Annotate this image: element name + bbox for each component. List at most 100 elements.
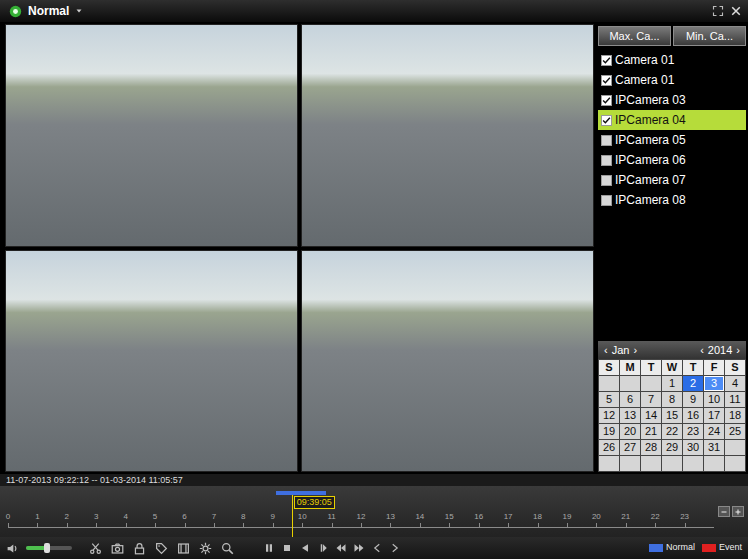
volume-slider[interactable] — [26, 546, 72, 550]
calendar-day[interactable]: 10 — [704, 392, 724, 407]
calendar-day[interactable]: 24 — [704, 424, 724, 439]
volume-icon[interactable] — [6, 542, 19, 555]
calendar-day[interactable]: 23 — [683, 424, 703, 439]
reverse-play-icon[interactable] — [299, 542, 311, 554]
legend-label: Normal — [666, 541, 695, 555]
calendar-day[interactable]: 22 — [662, 424, 682, 439]
calendar-day[interactable]: 18 — [725, 408, 745, 423]
month-next-button[interactable]: › — [631, 342, 639, 359]
camera-checkbox[interactable] — [601, 175, 612, 186]
calendar-day[interactable]: 20 — [620, 424, 640, 439]
zoom-out-icon[interactable] — [718, 506, 730, 517]
calendar-day[interactable]: 27 — [620, 440, 640, 455]
min-camera-button[interactable]: Min. Ca... — [673, 26, 746, 46]
calendar-day[interactable]: 16 — [683, 408, 703, 423]
camera-item[interactable]: Camera 01 — [598, 70, 746, 90]
timeline-tick — [273, 523, 274, 527]
film-icon[interactable] — [177, 542, 190, 555]
calendar-day[interactable]: 25 — [725, 424, 745, 439]
camera-checkbox[interactable] — [601, 55, 612, 66]
tag-icon[interactable] — [155, 542, 168, 555]
calendar-header: ‹Jan›‹2014› — [598, 341, 746, 360]
zoom-in-icon[interactable] — [732, 506, 744, 517]
video-cell[interactable] — [301, 250, 594, 473]
calendar-day[interactable]: 11 — [725, 392, 745, 407]
timeline-tick — [390, 523, 391, 527]
weekday-label: T — [641, 360, 661, 375]
camera-item[interactable]: IPCamera 06 — [598, 150, 746, 170]
status-icon — [9, 5, 22, 18]
calendar-day[interactable]: 28 — [641, 440, 661, 455]
camera-checkbox[interactable] — [601, 155, 612, 166]
calendar-day[interactable]: 12 — [599, 408, 619, 423]
calendar-day[interactable]: 9 — [683, 392, 703, 407]
camera-checkbox[interactable] — [601, 135, 612, 146]
dropdown-arrow-icon[interactable] — [75, 7, 83, 15]
camera-list: Camera 01Camera 01IPCamera 03IPCamera 04… — [598, 50, 746, 210]
camera-item[interactable]: Camera 01 — [598, 50, 746, 70]
calendar-day[interactable]: 30 — [683, 440, 703, 455]
timeline-tick — [155, 523, 156, 527]
camera-item[interactable]: IPCamera 08 — [598, 190, 746, 210]
video-cell[interactable] — [5, 24, 298, 247]
camera-item[interactable]: IPCamera 03 — [598, 90, 746, 110]
calendar-day[interactable]: 17 — [704, 408, 724, 423]
volume-knob[interactable] — [44, 543, 50, 553]
calendar-day[interactable]: 7 — [641, 392, 661, 407]
fast-forward-icon[interactable] — [353, 542, 365, 554]
legend-swatch — [649, 544, 663, 552]
camera-checkbox[interactable] — [601, 95, 612, 106]
camera-label: IPCamera 06 — [615, 151, 686, 169]
timeline-track[interactable]: 0123456789101112131415161718192021222309… — [8, 486, 714, 537]
calendar-day[interactable]: 29 — [662, 440, 682, 455]
stop-icon[interactable] — [281, 542, 293, 554]
max-camera-button[interactable]: Max. Ca... — [598, 26, 671, 46]
clip-icon[interactable] — [89, 542, 102, 555]
camera-item[interactable]: IPCamera 04 — [598, 110, 746, 130]
step-forward-icon[interactable] — [389, 542, 401, 554]
calendar-day[interactable]: 15 — [662, 408, 682, 423]
lock-icon[interactable] — [133, 542, 146, 555]
calendar-day[interactable]: 31 — [704, 440, 724, 455]
calendar-day[interactable]: 14 — [641, 408, 661, 423]
timeline-cursor[interactable] — [292, 495, 293, 537]
zoom-controls — [718, 486, 744, 537]
camera-panel: Max. Ca...Min. Ca...Camera 01Camera 01IP… — [597, 22, 748, 474]
video-cell[interactable] — [5, 250, 298, 473]
video-cell[interactable] — [301, 24, 594, 247]
gear-icon[interactable] — [199, 542, 212, 555]
camera-item[interactable]: IPCamera 07 — [598, 170, 746, 190]
pause-icon[interactable] — [263, 542, 275, 554]
title-bar: Normal — [0, 0, 748, 22]
tick-label: 15 — [445, 512, 454, 521]
calendar-day[interactable]: 8 — [662, 392, 682, 407]
tick-label: 23 — [680, 512, 689, 521]
fullscreen-icon[interactable] — [712, 5, 724, 17]
camera-label: IPCamera 03 — [615, 91, 686, 109]
slow-forward-icon[interactable] — [335, 542, 347, 554]
step-back-icon[interactable] — [371, 542, 383, 554]
calendar-day[interactable]: 19 — [599, 424, 619, 439]
camera-checkbox[interactable] — [601, 75, 612, 86]
mode-label[interactable]: Normal — [28, 2, 69, 20]
single-frame-icon[interactable] — [317, 542, 329, 554]
calendar-day[interactable]: 21 — [641, 424, 661, 439]
camera-item[interactable]: IPCamera 05 — [598, 130, 746, 150]
calendar-day[interactable]: 4 — [725, 376, 745, 391]
calendar-day[interactable]: 26 — [599, 440, 619, 455]
calendar-day[interactable]: 3 — [704, 376, 724, 391]
month-prev-button[interactable]: ‹ — [602, 342, 610, 359]
calendar-day[interactable]: 2 — [683, 376, 703, 391]
tick-label: 6 — [182, 512, 186, 521]
search-icon[interactable] — [221, 542, 234, 555]
calendar-day[interactable]: 1 — [662, 376, 682, 391]
calendar-day[interactable]: 6 — [620, 392, 640, 407]
year-prev-button[interactable]: ‹ — [698, 342, 706, 359]
camera-checkbox[interactable] — [601, 115, 612, 126]
calendar-day[interactable]: 13 — [620, 408, 640, 423]
camera-checkbox[interactable] — [601, 195, 612, 206]
calendar-day[interactable]: 5 — [599, 392, 619, 407]
camera-icon[interactable] — [111, 542, 124, 555]
close-icon[interactable] — [730, 5, 742, 17]
year-next-button[interactable]: › — [734, 342, 742, 359]
